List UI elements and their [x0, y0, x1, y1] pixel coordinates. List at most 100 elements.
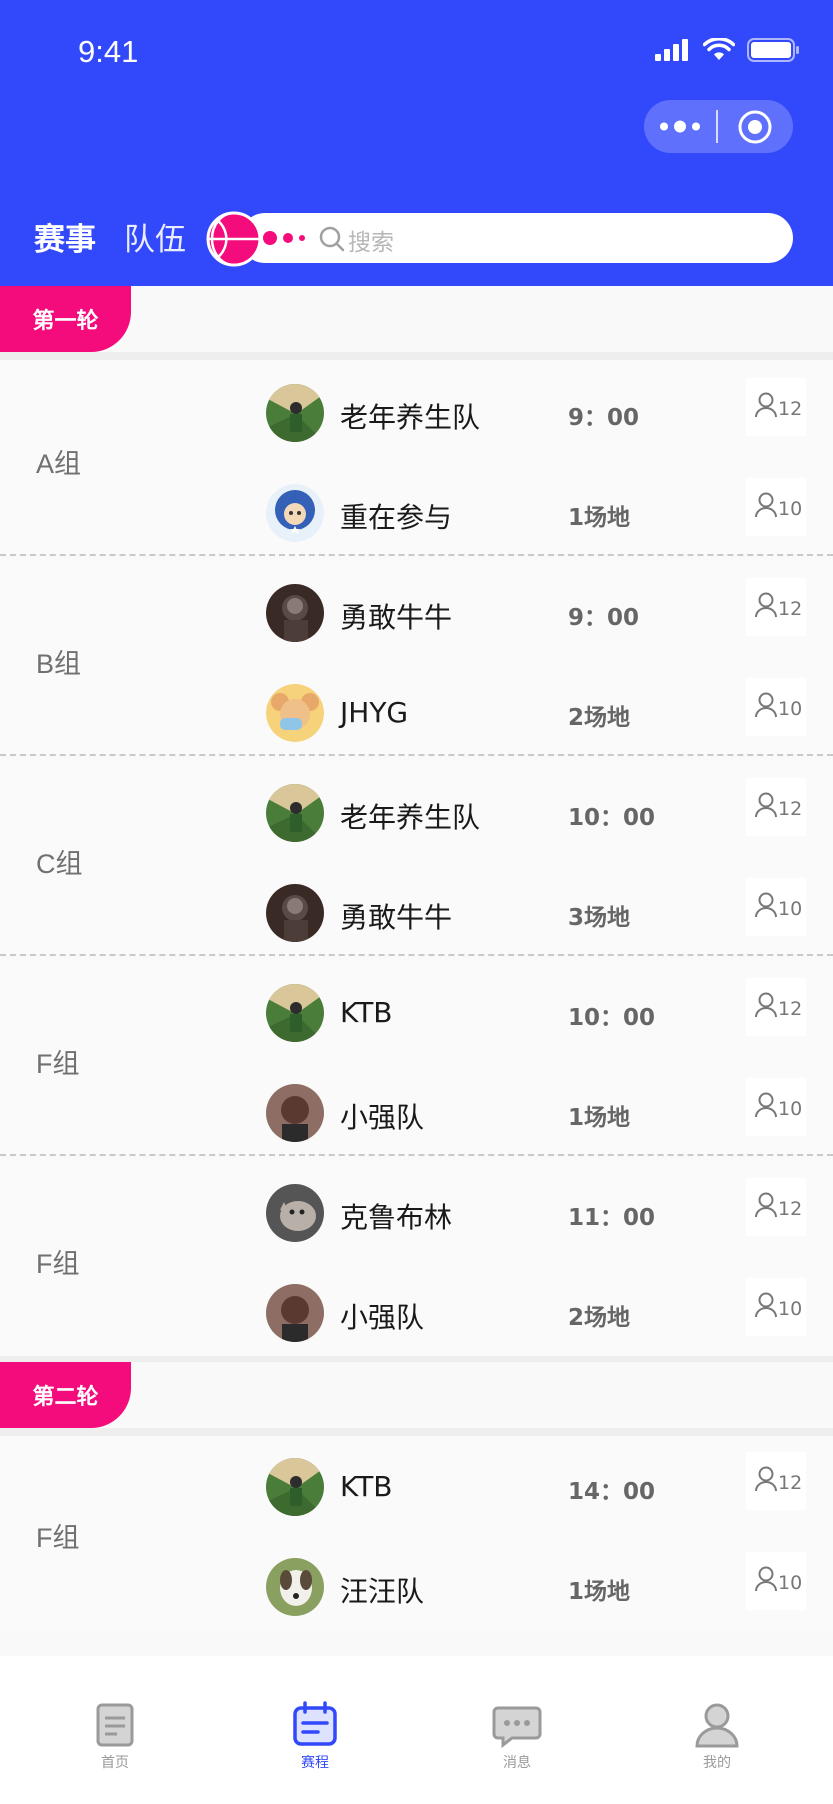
match-info: 2场地 — [568, 705, 631, 731]
search-icon — [319, 226, 345, 252]
close-target-icon[interactable] — [736, 108, 774, 146]
search-bar[interactable]: 搜索 — [240, 213, 793, 263]
team-entry[interactable]: 汪汪队 1场地 10 — [266, 1552, 806, 1618]
tab-teams[interactable]: 队伍 — [124, 214, 186, 259]
team-entry[interactable]: 勇敢牛牛 9：00 12 — [266, 578, 806, 644]
team-entry[interactable]: JHYG 2场地 10 — [266, 678, 806, 744]
person-icon — [754, 1092, 778, 1118]
match-info: 1场地 — [568, 1105, 631, 1131]
group-label: C组 — [36, 849, 83, 879]
team-entry[interactable]: 小强队 2场地 10 — [266, 1278, 806, 1344]
tabbar-label: 我的 — [703, 1755, 731, 1771]
header: 9:41 赛事 队伍 搜索 — [0, 0, 833, 286]
member-count: 12 — [746, 1452, 806, 1510]
tabbar-item-profile[interactable]: 我的 — [667, 1700, 767, 1780]
team-name: 重在参与 — [340, 501, 453, 534]
group-label: B组 — [36, 649, 82, 679]
team-entry[interactable]: 重在参与 1场地 10 — [266, 478, 806, 544]
round-badge: 第一轮 — [0, 286, 131, 352]
more-icon[interactable] — [652, 100, 712, 153]
team-avatar — [266, 884, 324, 942]
person-icon — [754, 1292, 778, 1318]
team-name: 小强队 — [340, 1301, 425, 1334]
team-entry[interactable]: 老年养生队 9：00 12 — [266, 378, 806, 444]
section-divider — [0, 352, 833, 360]
member-count: 10 — [746, 478, 806, 536]
tabbar-item-schedule[interactable]: 赛程 — [265, 1700, 365, 1780]
team-avatar — [266, 584, 324, 642]
member-count-value: 10 — [778, 1098, 803, 1120]
group-label: F组 — [36, 1523, 80, 1553]
member-count: 10 — [746, 678, 806, 736]
team-entry[interactable]: KTB 10：00 12 — [266, 978, 806, 1044]
team-avatar — [266, 484, 324, 542]
match-info: 3场地 — [568, 905, 631, 931]
match-info: 1场地 — [568, 505, 631, 531]
tab-bar: 首页 赛程 消息 我的 — [0, 1656, 833, 1804]
search-placeholder: 搜索 — [348, 230, 394, 256]
tabbar-label: 首页 — [101, 1755, 129, 1771]
team-entry[interactable]: KTB 14：00 12 — [266, 1452, 806, 1518]
calendar-icon — [293, 1701, 337, 1746]
tabbar-item-messages[interactable]: 消息 — [467, 1700, 567, 1780]
team-entry[interactable]: 小强队 1场地 10 — [266, 1078, 806, 1144]
tab-matches[interactable]: 赛事 — [34, 214, 96, 259]
person-icon — [754, 892, 778, 918]
basketball-icon — [206, 211, 262, 267]
team-name: 勇敢牛牛 — [340, 901, 453, 934]
battery-icon — [747, 38, 799, 62]
group-block: C组 老年养生队 10：00 12 勇敢牛牛 3场地 10 — [0, 762, 833, 956]
team-avatar — [266, 1184, 324, 1242]
match-info: 9：00 — [568, 405, 640, 431]
member-count: 12 — [746, 778, 806, 836]
match-info: 14：00 — [568, 1479, 656, 1505]
member-count-value: 10 — [778, 1298, 803, 1320]
team-entry[interactable]: 老年养生队 10：00 12 — [266, 778, 806, 844]
team-avatar — [266, 984, 324, 1042]
member-count: 10 — [746, 1552, 806, 1610]
team-name: 小强队 — [340, 1101, 425, 1134]
person-icon — [754, 392, 778, 418]
team-avatar — [266, 784, 324, 842]
team-name: KTB — [340, 1470, 393, 1503]
person-icon — [754, 992, 778, 1018]
document-icon — [96, 1703, 134, 1747]
team-avatar — [266, 684, 324, 742]
round-badge: 第二轮 — [0, 1362, 131, 1428]
member-count: 10 — [746, 878, 806, 936]
nav-row: 赛事 队伍 搜索 — [0, 210, 833, 267]
tabbar-label: 赛程 — [301, 1755, 329, 1771]
person-icon — [754, 1466, 778, 1492]
team-name: JHYG — [340, 696, 409, 729]
member-count-value: 12 — [778, 798, 803, 820]
member-count-value: 10 — [778, 698, 803, 720]
member-count: 12 — [746, 378, 806, 436]
team-avatar — [266, 384, 324, 442]
dots-icon — [263, 231, 305, 245]
status-icons — [655, 38, 801, 62]
status-time: 9:41 — [78, 34, 139, 69]
mini-program-capsule — [644, 100, 793, 153]
team-avatar — [266, 1284, 324, 1342]
member-count-value: 10 — [778, 498, 803, 520]
match-info: 9：00 — [568, 605, 640, 631]
team-entry[interactable]: 勇敢牛牛 3场地 10 — [266, 878, 806, 944]
capsule-divider — [716, 110, 718, 143]
team-name: 勇敢牛牛 — [340, 601, 453, 634]
team-entry[interactable]: 克鲁布林 11：00 12 — [266, 1178, 806, 1244]
person-icon — [754, 692, 778, 718]
match-info: 11：00 — [568, 1205, 656, 1231]
signal-icon — [655, 39, 688, 61]
team-avatar — [266, 1084, 324, 1142]
member-count-value: 12 — [778, 998, 803, 1020]
team-name: KTB — [340, 996, 393, 1029]
wifi-icon — [703, 38, 735, 60]
tabbar-item-home[interactable]: 首页 — [65, 1700, 165, 1780]
group-block: F组 KTB 14：00 12 汪汪队 1场地 10 — [0, 1436, 833, 1630]
group-block: F组 克鲁布林 11：00 12 小强队 2场地 10 — [0, 1162, 833, 1356]
member-count: 10 — [746, 1278, 806, 1336]
group-block: F组 KTB 10：00 12 小强队 1场地 10 — [0, 962, 833, 1156]
group-label: F组 — [36, 1249, 80, 1279]
team-name: 克鲁布林 — [340, 1201, 453, 1234]
member-count: 12 — [746, 1178, 806, 1236]
